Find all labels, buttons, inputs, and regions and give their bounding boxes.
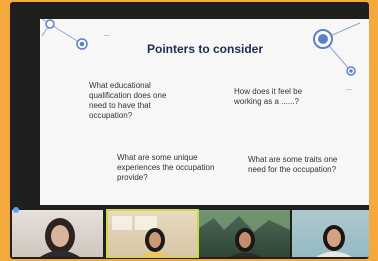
shared-slide: ... ... Pointers to consider What educat…: [40, 19, 369, 205]
question-text: What are some traits one need for the oc…: [248, 155, 338, 174]
question-text: What are some unique experiences the occ…: [117, 153, 215, 182]
participant-strip: [10, 207, 369, 259]
slide-title: Pointers to consider: [146, 42, 264, 56]
status-indicator-icon: [13, 207, 19, 213]
decorative-ellipsis: ...: [104, 31, 110, 38]
question-text: What educational qualification does one …: [89, 81, 167, 120]
participant-tile[interactable]: [292, 210, 369, 257]
participant-tile-active-speaker[interactable]: [106, 209, 199, 258]
participant-video: [112, 216, 171, 257]
participant-tile[interactable]: [12, 210, 103, 257]
question-text: How does it feel be working as a ......?: [234, 87, 303, 106]
video-meeting-window: ... ... Pointers to consider What educat…: [10, 2, 369, 259]
participant-video: [199, 210, 290, 257]
decorative-ellipsis: ...: [346, 85, 352, 92]
participant-video: [40, 218, 80, 257]
participant-video: [292, 210, 369, 257]
participant-tile[interactable]: [199, 210, 290, 257]
